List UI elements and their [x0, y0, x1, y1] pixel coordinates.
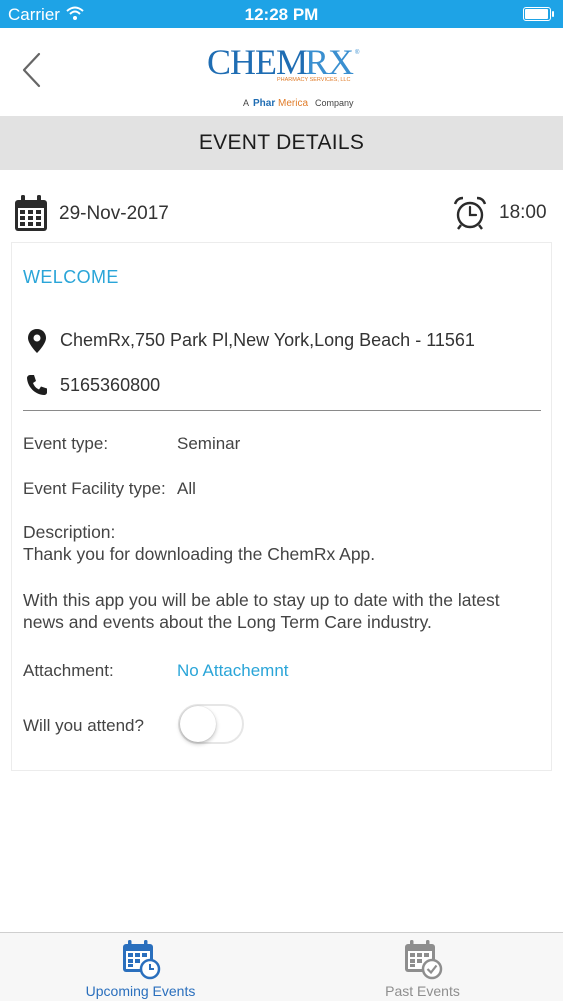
calendar-clock-icon — [119, 939, 163, 986]
event-name: WELCOME — [23, 267, 119, 287]
status-time: 12:28 PM — [244, 5, 319, 24]
event-address[interactable]: ChemRx,750 Park Pl,New York,Long Beach -… — [60, 330, 475, 351]
description-line-2: With this app you will be able to stay u… — [23, 590, 500, 632]
page-title: EVENT DETAILS — [0, 116, 563, 170]
tab-upcoming-events-label: Upcoming Events — [85, 983, 196, 999]
location-pin-icon — [27, 328, 47, 359]
status-bar: Carrier 12:28 PM — [0, 0, 563, 28]
event-time: 18:00 — [499, 202, 547, 223]
attachment-label: Attachment: — [23, 661, 114, 680]
svg-text:A: A — [243, 98, 249, 108]
event-facility-type-value: All — [177, 479, 196, 498]
attend-toggle[interactable] — [178, 704, 244, 744]
chemrx-logo: CHEM RX ® PHARMACY SERVICES, LLC A Phar … — [205, 36, 365, 112]
svg-text:Company: Company — [315, 98, 354, 108]
tab-upcoming-events[interactable]: Upcoming Events — [0, 933, 281, 1001]
phone-icon — [26, 374, 48, 401]
description-line-1: Thank you for downloading the ChemRx App… — [23, 544, 376, 564]
event-date: 29-Nov-2017 — [59, 203, 169, 224]
svg-text:RX: RX — [305, 42, 354, 82]
calendar-check-icon — [401, 939, 445, 986]
event-details-card: WELCOME ChemRx,750 Park Pl,New York,Long… — [11, 242, 552, 771]
back-button[interactable] — [18, 50, 48, 90]
event-facility-type-label: Event Facility type: — [23, 479, 166, 498]
event-description: Description: Thank you for downloading t… — [23, 521, 543, 633]
tab-past-events[interactable]: Past Events — [282, 933, 563, 1001]
attend-label: Will you attend? — [23, 716, 144, 735]
event-type-value: Seminar — [177, 434, 241, 453]
divider — [23, 410, 541, 411]
svg-text:PHARMACY SERVICES, LLC: PHARMACY SERVICES, LLC — [277, 77, 350, 83]
tab-bar: Upcoming Events Past Events — [0, 932, 563, 1001]
battery-icon — [523, 7, 554, 21]
chevron-left-icon — [22, 52, 41, 88]
alarm-clock-icon — [452, 195, 488, 236]
navigation-bar: CHEM RX ® PHARMACY SERVICES, LLC A Phar … — [0, 28, 563, 116]
svg-text:Phar: Phar — [253, 98, 275, 109]
event-phone[interactable]: 5165360800 — [60, 375, 160, 396]
event-date-row: 29-Nov-2017 18:00 — [0, 170, 563, 242]
toggle-knob[interactable] — [180, 706, 216, 742]
svg-text:Merica: Merica — [278, 98, 308, 109]
svg-text:CHEM: CHEM — [207, 42, 307, 82]
description-label: Description: — [23, 522, 116, 542]
attachment-link[interactable]: No Attachemnt — [177, 661, 289, 681]
event-type-label: Event type: — [23, 434, 109, 453]
calendar-icon — [13, 195, 49, 238]
tab-past-events-label: Past Events — [385, 983, 460, 999]
svg-text:®: ® — [355, 49, 360, 56]
